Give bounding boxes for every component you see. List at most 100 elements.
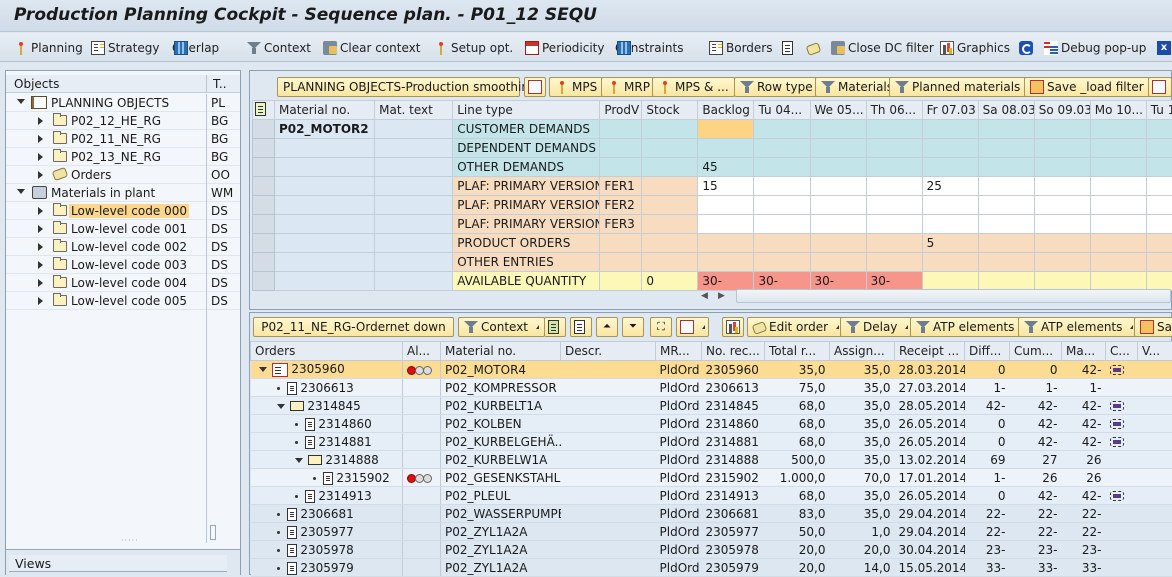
row-selector[interactable] [253, 196, 275, 215]
period-cell[interactable] [922, 139, 978, 158]
row-selector[interactable] [253, 177, 275, 196]
period-cell[interactable] [1034, 272, 1090, 291]
order-row[interactable]: 2315902P02_GESENKSTAHLPldOrd23159021.000… [251, 469, 1172, 487]
period-cell[interactable] [866, 158, 922, 177]
period-cell[interactable] [810, 120, 866, 139]
setup-opt-button[interactable]: Setup opt. [434, 39, 513, 57]
period-cell[interactable] [1146, 215, 1172, 234]
tree-node-materials-in-plant[interactable]: Materials in plant WM [6, 184, 240, 202]
period-cell[interactable] [698, 215, 754, 234]
tree-node-low-level-code-001[interactable]: Low-level code 001 DS [6, 220, 240, 238]
row-selector[interactable] [253, 139, 275, 158]
period-cell[interactable]: 30- [810, 272, 866, 291]
period-cell[interactable] [1090, 234, 1146, 253]
period-cell[interactable] [922, 120, 978, 139]
close-button[interactable]: x [1157, 39, 1171, 57]
period-cell[interactable] [1146, 234, 1172, 253]
column-header[interactable]: Stock [642, 101, 698, 120]
type-column-header[interactable]: T.. [213, 77, 227, 91]
period-cell[interactable] [1090, 272, 1146, 291]
period-cell[interactable] [810, 196, 866, 215]
expand-right-icon[interactable] [38, 279, 43, 287]
column-header[interactable]: C... [1106, 342, 1138, 361]
tree-node-low-level-code-004[interactable]: Low-level code 004 DS [6, 274, 240, 292]
order-row[interactable]: 2314860P02_KOLBENPldOrd231486068,035,026… [251, 415, 1172, 433]
period-cell[interactable] [1146, 196, 1172, 215]
period-cell[interactable] [922, 253, 978, 272]
period-cell[interactable] [698, 234, 754, 253]
period-cell[interactable] [1034, 234, 1090, 253]
expand-right-icon[interactable] [38, 261, 43, 269]
column-header[interactable]: MR... [656, 342, 702, 361]
period-cell[interactable] [1146, 253, 1172, 272]
layout-dropdown[interactable] [676, 317, 709, 337]
edit-order-dropdown[interactable]: Edit order [747, 317, 845, 337]
row-selector[interactable] [253, 253, 275, 272]
column-header[interactable]: Tu 1 [1146, 101, 1172, 120]
document-button[interactable] [570, 317, 592, 337]
period-cell[interactable] [698, 253, 754, 272]
period-cell[interactable] [1090, 215, 1146, 234]
period-cell[interactable] [810, 139, 866, 158]
find-button[interactable]: ⛶ [650, 317, 672, 337]
constraints-button[interactable]: Constraints [615, 39, 683, 57]
order-row[interactable]: 2305979P02_ZYL1A2APldOrd230597920,014,01… [251, 559, 1172, 577]
period-cell[interactable] [1146, 158, 1172, 177]
materials-filter-button[interactable]: Materials [815, 77, 899, 97]
column-header[interactable]: Receipt ... [895, 342, 965, 361]
expand-all-button[interactable]: ⏷ [622, 317, 644, 337]
column-header[interactable]: Line type [453, 101, 600, 120]
period-cell[interactable] [978, 234, 1034, 253]
scroll-track[interactable] [736, 289, 1171, 303]
order-row[interactable]: 2305960P02_MOTOR4PldOrd230596035,035,028… [251, 361, 1172, 379]
column-header[interactable]: V... [1138, 342, 1172, 361]
views-header[interactable]: Views [9, 555, 227, 572]
planned-materials-dropdown[interactable]: Planned materials [889, 77, 1037, 97]
period-cell[interactable] [810, 234, 866, 253]
context-button[interactable]: Context [247, 39, 311, 57]
row-selector[interactable] [253, 158, 275, 177]
planning-objects-title-button[interactable]: PLANNING OBJECTS-Production smoothing [277, 77, 520, 97]
column-header[interactable]: Total r... [765, 342, 830, 361]
period-cell[interactable] [754, 253, 810, 272]
expand-right-icon[interactable] [38, 135, 43, 143]
expand-down-icon[interactable] [17, 99, 25, 104]
scroll-thumb[interactable] [210, 525, 216, 540]
column-header[interactable]: So 09.03 [1034, 101, 1090, 120]
debug-popup-button[interactable]: Debug pop-up [1044, 39, 1146, 57]
period-cell[interactable] [1034, 139, 1090, 158]
atp-elements-dropdown[interactable]: ATP elements [1018, 317, 1139, 337]
save-button[interactable]: Sav [1134, 317, 1172, 337]
period-cell[interactable] [810, 253, 866, 272]
atp-elements-button[interactable]: ATP elements [910, 317, 1020, 337]
period-cell[interactable] [698, 139, 754, 158]
expand-right-icon[interactable] [38, 153, 43, 161]
period-cell[interactable] [1090, 196, 1146, 215]
period-cell[interactable] [922, 272, 978, 291]
mps-button[interactable]: MPS [549, 77, 603, 97]
tree-node-p02-11-ne-rg[interactable]: P02_11_NE_RG BG [6, 130, 240, 148]
column-header[interactable]: Backlog [698, 101, 754, 120]
expand-down-icon[interactable] [277, 404, 285, 409]
period-cell[interactable] [754, 158, 810, 177]
column-header[interactable]: Mat. text [375, 101, 453, 120]
order-cell[interactable]: 2314888 [251, 451, 403, 469]
period-cell[interactable] [866, 215, 922, 234]
chain-icon[interactable] [1110, 437, 1124, 447]
period-cell[interactable] [1146, 139, 1172, 158]
chain-icon[interactable] [1110, 491, 1124, 501]
period-cell[interactable] [922, 158, 978, 177]
graphics-button[interactable]: Graphics [940, 39, 1010, 57]
period-cell[interactable] [1146, 272, 1172, 291]
period-cell[interactable] [978, 120, 1034, 139]
graphics-button[interactable] [722, 317, 744, 337]
period-cell[interactable] [1090, 158, 1146, 177]
period-cell[interactable] [1090, 253, 1146, 272]
close-dc-filter-button[interactable]: Close DC filter [831, 39, 934, 57]
period-cell[interactable]: 45 [698, 158, 754, 177]
expand-down-icon[interactable] [17, 189, 25, 194]
period-cell[interactable]: 15 [698, 177, 754, 196]
column-header[interactable]: Sa 08.03 [978, 101, 1034, 120]
row-selector[interactable] [253, 120, 275, 139]
order-cell[interactable]: 2305978 [251, 541, 403, 559]
